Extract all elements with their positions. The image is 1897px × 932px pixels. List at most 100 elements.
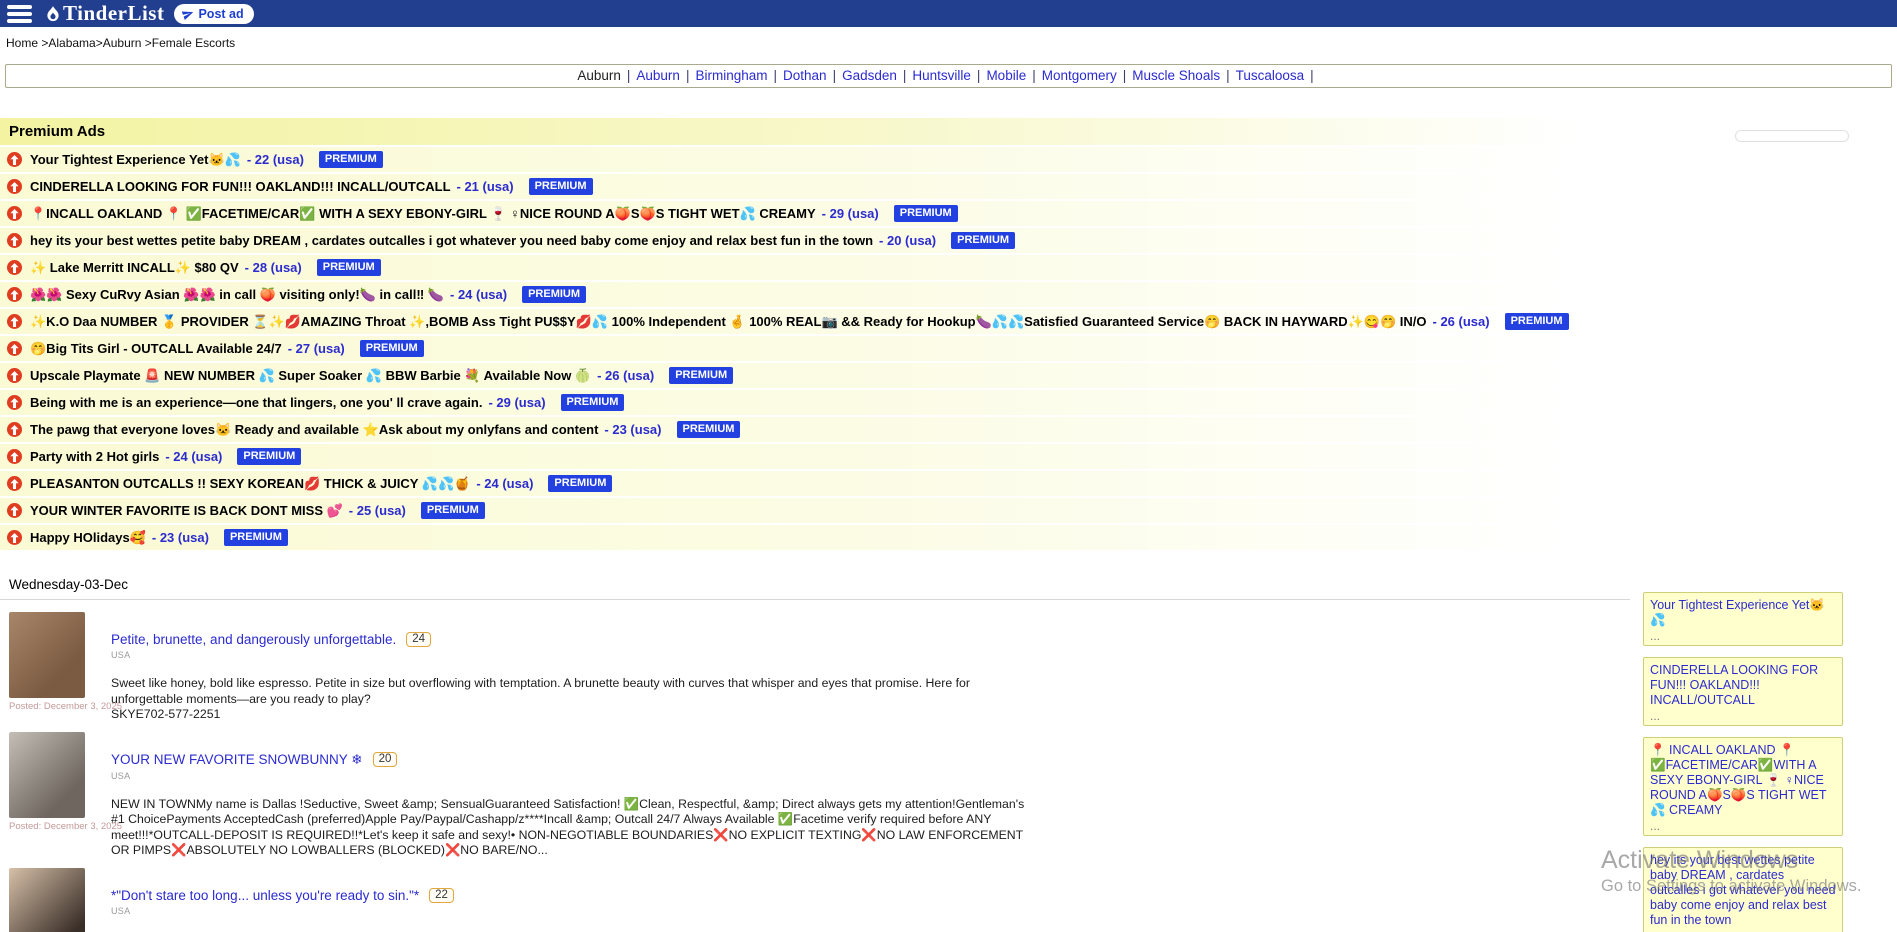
listing-description: Sweet like honey, bold like espresso. Pe…: [111, 676, 1029, 707]
premium-ad-row: 📍INCALL OAKLAND 📍 ✅FACETIME/CAR✅ WITH A …: [0, 201, 1630, 226]
listing-title-link[interactable]: Petite, brunette, and dangerously unforg…: [111, 632, 396, 647]
up-arrow-icon: [7, 449, 22, 464]
city-link[interactable]: Muscle Shoals: [1132, 68, 1220, 83]
premium-ad-title-link[interactable]: PLEASANTON OUTCALLS !! SEXY KOREAN💋 THIC…: [30, 476, 470, 492]
sidebar-ad-link[interactable]: hey its your best wettes petite baby DRE…: [1650, 853, 1836, 928]
premium-ad-title-link[interactable]: 🌺🌺 Sexy CuRvy Asian 🌺🌺 in call 🍑 visitin…: [30, 287, 444, 303]
breadcrumb-separator: >: [141, 36, 151, 50]
premium-ad-title-link[interactable]: The pawg that everyone loves🐱 Ready and …: [30, 422, 598, 438]
top-navbar: TinderList Post ad: [0, 0, 1897, 27]
premium-ad-age-meta: - 21 (usa): [457, 179, 514, 194]
breadcrumb-link[interactable]: Auburn: [103, 36, 142, 50]
premium-badge: PREMIUM: [669, 367, 733, 384]
breadcrumb: Home >Alabama>Auburn >Female Escorts: [0, 27, 1897, 52]
city-separator: |: [1026, 68, 1042, 83]
premium-badge: PREMIUM: [677, 421, 741, 438]
post-ad-button[interactable]: Post ad: [174, 4, 253, 24]
breadcrumb-separator: >: [96, 36, 103, 50]
premium-ad-row: Being with me is an experience—one that …: [0, 390, 1630, 415]
more-ellipsis: ...: [1650, 710, 1836, 722]
age-badge: 20: [373, 752, 398, 767]
premium-ad-title-link[interactable]: Happy HOlidays🥰: [30, 530, 146, 546]
site-logo-text: TinderList: [63, 1, 164, 26]
sidebar-ad-link[interactable]: 📍 INCALL OAKLAND 📍 ✅FACETIME/CAR✅WITH A …: [1650, 743, 1836, 818]
listing-title-link[interactable]: YOUR NEW FAVORITE SNOWBUNNY ❄: [111, 752, 363, 768]
premium-ad-row: The pawg that everyone loves🐱 Ready and …: [0, 417, 1630, 442]
listing-left-column: Posted: December 3, 2025: [9, 732, 99, 859]
premium-ad-title-link[interactable]: Your Tightest Experience Yet🐱💦: [30, 152, 241, 168]
city-separator: |: [1220, 68, 1236, 83]
city-link[interactable]: Tuscaloosa: [1236, 68, 1305, 83]
breadcrumb-link[interactable]: Alabama: [48, 36, 95, 50]
up-arrow-icon: [7, 233, 22, 248]
site-logo[interactable]: TinderList: [44, 1, 164, 26]
up-arrow-icon: [7, 503, 22, 518]
premium-ad-title-link[interactable]: Upscale Playmate 🚨 NEW NUMBER 💦 Super So…: [30, 368, 591, 384]
sidebar-ad-box: 📍 INCALL OAKLAND 📍 ✅FACETIME/CAR✅WITH A …: [1643, 737, 1843, 836]
city-link[interactable]: Dothan: [783, 68, 827, 83]
premium-ad-row: hey its your best wettes petite baby DRE…: [0, 228, 1630, 253]
up-arrow-icon: [7, 287, 22, 302]
city-separator: |: [1117, 68, 1133, 83]
listing-left-column: Posted: December 3, 2025: [9, 868, 99, 932]
city-separator: |: [680, 68, 696, 83]
premium-badge: PREMIUM: [548, 475, 612, 492]
listing-title-link[interactable]: *"Don't stare too long... unless you're …: [111, 888, 419, 903]
sidebar-ad-link[interactable]: CINDERELLA LOOKING FOR FUN!!! OAKLAND!!!…: [1650, 663, 1836, 708]
city-separator: |: [971, 68, 987, 83]
city-link[interactable]: Mobile: [986, 68, 1026, 83]
posted-date: Posted: December 3, 2025: [9, 821, 99, 832]
listing-title-row: Petite, brunette, and dangerously unforg…: [111, 632, 1029, 647]
listing-country: USA: [111, 771, 1029, 781]
listing-title-row: YOUR NEW FAVORITE SNOWBUNNY ❄ 20: [111, 752, 1029, 768]
hamburger-menu-icon[interactable]: [7, 5, 32, 23]
page: TinderList Post ad Home >Alabama>Auburn …: [0, 0, 1897, 932]
listing-thumbnail[interactable]: [9, 612, 85, 698]
up-arrow-icon: [7, 206, 22, 221]
city-link[interactable]: Gadsden: [842, 68, 897, 83]
premium-ad-title-link[interactable]: Party with 2 Hot girls: [30, 449, 159, 464]
sidebar-ad-link[interactable]: Your Tightest Experience Yet🐱💦: [1650, 598, 1836, 628]
city-link[interactable]: Montgomery: [1042, 68, 1117, 83]
posted-date: Posted: December 3, 2025: [9, 701, 99, 712]
up-arrow-icon: [7, 260, 22, 275]
premium-ad-title-link[interactable]: YOUR WINTER FAVORITE IS BACK DONT MISS 💕: [30, 503, 343, 519]
premium-ad-age-meta: - 28 (usa): [245, 260, 302, 275]
up-arrow-icon: [7, 476, 22, 491]
premium-ad-title-link[interactable]: Being with me is an experience—one that …: [30, 395, 482, 410]
listing-title-row: *"Don't stare too long... unless you're …: [111, 888, 1029, 903]
breadcrumb-link[interactable]: Home: [6, 36, 38, 50]
premium-ad-row: Happy HOlidays🥰- 23 (usa)PREMIUM: [0, 525, 1630, 550]
premium-badge: PREMIUM: [224, 529, 288, 546]
listing-thumbnail[interactable]: [9, 732, 85, 818]
more-ellipsis: ...: [1650, 820, 1836, 832]
listing-row: Posted: December 3, 2025 YOUR NEW FAVORIT…: [9, 732, 1897, 859]
city-links-bar: Auburn|Auburn|Birmingham|Dothan|Gadsden|…: [5, 64, 1892, 88]
premium-ad-row: YOUR WINTER FAVORITE IS BACK DONT MISS 💕…: [0, 498, 1630, 523]
listing-left-column: Posted: December 3, 2025: [9, 612, 99, 723]
premium-ad-title-link[interactable]: ✨ Lake Merritt INCALL✨ $80 QV: [30, 260, 239, 276]
up-arrow-icon: [7, 422, 22, 437]
listing-thumbnail[interactable]: [9, 868, 85, 932]
premium-ad-title-link[interactable]: hey its your best wettes petite baby DRE…: [30, 233, 873, 248]
premium-ad-age-meta: - 22 (usa): [247, 152, 304, 167]
premium-badge: PREMIUM: [529, 178, 593, 195]
premium-ad-title-link[interactable]: 🤭Big Tits Girl - OUTCALL Available 24/7: [30, 341, 282, 357]
premium-ad-row: 🌺🌺 Sexy CuRvy Asian 🌺🌺 in call 🍑 visitin…: [0, 282, 1630, 307]
sidebar-ad-box: CINDERELLA LOOKING FOR FUN!!! OAKLAND!!!…: [1643, 657, 1843, 726]
city-link[interactable]: Birmingham: [695, 68, 767, 83]
breadcrumb-link[interactable]: Female Escorts: [152, 36, 235, 50]
premium-ad-title-link[interactable]: ✨K.O Daa NUMBER 🥇 PROVIDER ⏳✨💋AMAZING Th…: [30, 314, 1427, 330]
premium-badge: PREMIUM: [561, 394, 625, 411]
listings-section: Wednesday-03-Dec Posted: December 3, 202…: [0, 574, 1897, 932]
premium-ad-title-link[interactable]: CINDERELLA LOOKING FOR FUN!!! OAKLAND!!!…: [30, 179, 451, 194]
premium-badge: PREMIUM: [360, 340, 424, 357]
premium-ad-title-link[interactable]: 📍INCALL OAKLAND 📍 ✅FACETIME/CAR✅ WITH A …: [30, 206, 816, 222]
city-link[interactable]: Auburn: [636, 68, 680, 83]
premium-ad-age-meta: - 26 (usa): [597, 368, 654, 383]
city-link[interactable]: Huntsville: [912, 68, 971, 83]
premium-ad-row: 🤭Big Tits Girl - OUTCALL Available 24/7-…: [0, 336, 1630, 361]
premium-ads-section: Premium Ads Your Tightest Experience Yet…: [0, 118, 1897, 550]
premium-badge: PREMIUM: [319, 151, 383, 168]
more-ellipsis: ...: [1650, 630, 1836, 642]
